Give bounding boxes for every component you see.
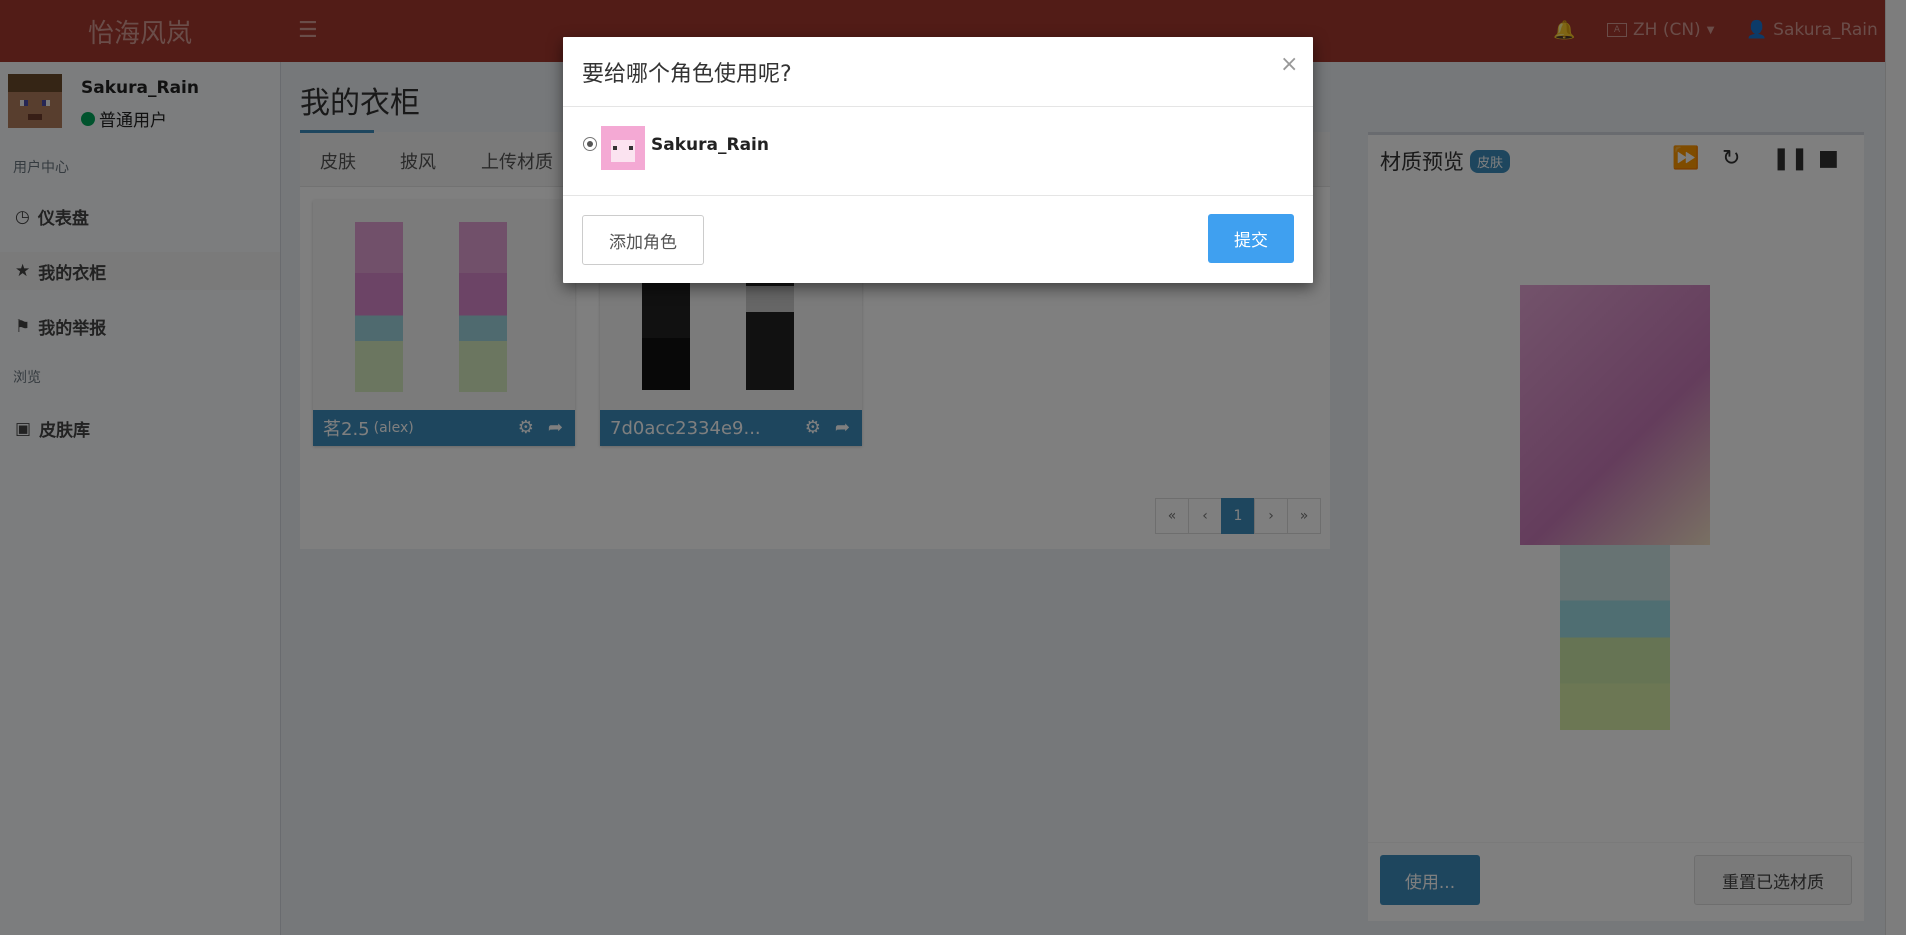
- modal-title: 要给哪个角色使用呢?: [582, 62, 792, 87]
- character-name: Sakura_Rain: [651, 135, 769, 155]
- submit-button[interactable]: 提交: [1208, 214, 1294, 263]
- close-icon[interactable]: ×: [1280, 52, 1298, 77]
- character-radio[interactable]: [583, 137, 597, 151]
- add-character-button[interactable]: 添加角色: [582, 215, 704, 265]
- modal-header-divider: [563, 106, 1313, 107]
- character-avatar: [601, 126, 645, 170]
- modal-footer-divider: [563, 195, 1313, 196]
